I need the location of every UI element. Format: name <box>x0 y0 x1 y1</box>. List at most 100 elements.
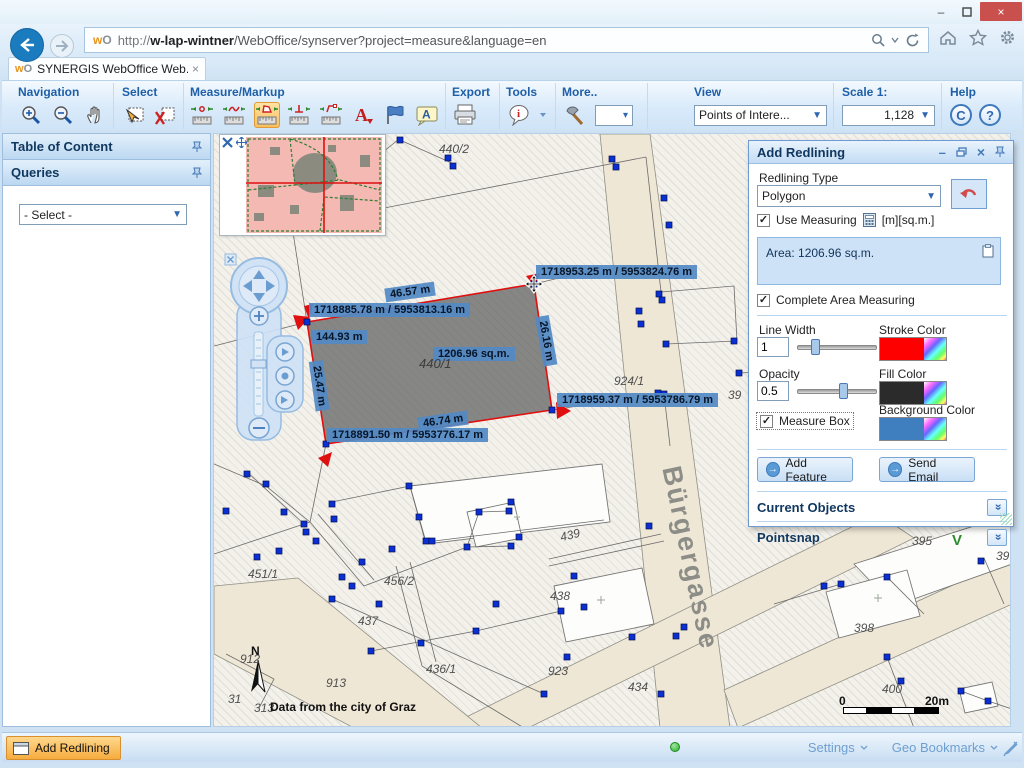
checkbox-checked[interactable]: ✓ <box>757 294 770 307</box>
select-button[interactable] <box>122 102 146 128</box>
measure-box-checkbox[interactable]: ✓ Measure Box <box>757 413 853 429</box>
parcel-label: 436/1 <box>426 662 456 676</box>
background-color-value[interactable] <box>880 418 924 440</box>
panel-resize-grip[interactable] <box>1000 513 1012 525</box>
overview-move-icon[interactable] <box>236 137 247 148</box>
search-icon[interactable] <box>871 33 885 47</box>
add-flag-button[interactable] <box>382 102 407 128</box>
checkbox-checked[interactable]: ✓ <box>757 214 770 227</box>
pin-icon[interactable] <box>192 167 202 179</box>
parcel-label: 398 <box>854 621 874 635</box>
line-width-input[interactable] <box>757 337 789 357</box>
complete-area-checkbox[interactable]: ✓ Complete Area Measuring <box>757 293 915 307</box>
send-email-button[interactable]: → Send Email <box>879 457 975 482</box>
panel-minimize-icon[interactable]: – <box>939 145 946 160</box>
zoom-in-button[interactable] <box>18 102 43 128</box>
back-button[interactable] <box>10 28 44 62</box>
coord-label: 1718959.37 m / 5953786.79 m <box>557 393 718 407</box>
stroke-color-value[interactable] <box>880 338 924 360</box>
add-feature-button[interactable]: → Add Feature <box>757 457 853 482</box>
use-measuring-checkbox[interactable]: ✓ Use Measuring [m][sq.m.] <box>757 213 934 227</box>
url-text: http://w-lap-wintner/WebOffice/synserver… <box>118 33 871 48</box>
parcel-label: 434 <box>628 680 648 694</box>
tab-close-icon[interactable]: × <box>192 62 199 76</box>
overview-close-icon[interactable] <box>222 137 233 148</box>
line-width-slider[interactable] <box>797 339 877 355</box>
slider-thumb[interactable] <box>839 383 848 399</box>
help-button[interactable]: ? <box>979 104 1001 126</box>
background-color-swatch[interactable] <box>879 417 947 441</box>
undo-button[interactable] <box>951 179 987 209</box>
refresh-icon[interactable] <box>905 33 920 48</box>
clipboard-icon[interactable] <box>982 244 994 258</box>
map-nav-widget[interactable] <box>223 252 295 442</box>
checkbox-checked[interactable]: ✓ <box>760 415 773 428</box>
clear-selection-button[interactable] <box>153 102 177 128</box>
home-icon[interactable] <box>939 30 957 46</box>
close-button[interactable]: × <box>980 2 1022 21</box>
pointsnap-section[interactable]: Pointsnap « <box>749 525 1015 549</box>
panel-titlebar[interactable]: Add Redlining – × <box>749 141 1013 164</box>
parcel-label: 437 <box>358 614 378 628</box>
group-title-help: Help <box>950 85 1010 101</box>
add-text-button[interactable]: A <box>350 102 375 128</box>
scale-select[interactable]: 1,128 ▼ <box>842 105 935 126</box>
toolbar-group-view: View Points of Intere... ▼ <box>688 83 834 129</box>
tools-dropdown-icon[interactable] <box>539 112 547 118</box>
measure-area-button[interactable] <box>254 102 280 128</box>
slider-thumb[interactable] <box>811 339 820 355</box>
opacity-input[interactable] <box>757 381 789 401</box>
forward-button[interactable] <box>50 34 74 58</box>
view-select[interactable]: Points of Intere... ▼ <box>694 105 827 126</box>
measure-line-icon <box>222 103 246 127</box>
redlining-type-select[interactable]: Polygon ▼ <box>757 185 941 207</box>
opacity-slider[interactable] <box>797 383 877 399</box>
add-redlining-task-button[interactable]: Add Redlining <box>6 736 121 760</box>
zoom-in-icon <box>20 104 42 126</box>
settings-gear-icon[interactable] <box>999 29 1016 46</box>
stroke-color-swatch[interactable] <box>879 337 947 361</box>
overview-map[interactable] <box>219 134 386 236</box>
minimize-button[interactable]: – <box>928 2 954 21</box>
measure-point-button[interactable] <box>190 102 215 128</box>
address-bar[interactable]: wO http://w-lap-wintner/WebOffice/synser… <box>84 27 929 53</box>
current-objects-section[interactable]: Current Objects « <box>749 495 1015 519</box>
settings-menu[interactable]: Settings <box>808 740 868 755</box>
measure-perpendicular-button[interactable] <box>287 102 312 128</box>
measure-path-button[interactable] <box>319 102 344 128</box>
expand-pointsnap-button[interactable]: « <box>987 529 1007 546</box>
measure-line-button[interactable] <box>222 102 247 128</box>
background-color-label: Background Color <box>879 403 975 417</box>
maptip-button[interactable]: i <box>506 102 532 128</box>
favorites-star-icon[interactable] <box>969 29 987 46</box>
maximize-button[interactable] <box>954 2 980 21</box>
add-label-button[interactable]: A <box>414 102 439 128</box>
color-picker-rainbow[interactable] <box>924 382 946 404</box>
pan-button[interactable] <box>82 102 107 128</box>
panel-restore-icon[interactable] <box>956 147 967 157</box>
fill-color-swatch[interactable] <box>879 381 947 405</box>
chevron-down-icon: ▼ <box>172 209 182 220</box>
pen-icon[interactable] <box>1002 739 1020 757</box>
tab-weboffice[interactable]: wO SYNERGIS WebOffice Web... × <box>8 57 206 80</box>
pin-icon[interactable] <box>192 141 202 153</box>
panel-close-icon[interactable]: × <box>977 144 985 160</box>
color-picker-rainbow[interactable] <box>924 338 946 360</box>
search-dropdown-icon[interactable] <box>891 37 899 43</box>
color-picker-rainbow[interactable] <box>924 418 946 440</box>
toolbar-group-measure: Measure/Markup A <box>184 83 446 129</box>
geo-bookmarks-menu[interactable]: Geo Bookmarks <box>892 740 998 755</box>
more-tools-select[interactable]: ▾ <box>595 105 633 126</box>
settings-label: Settings <box>808 740 855 755</box>
tools-hammer-button[interactable] <box>562 102 588 128</box>
query-select[interactable]: - Select - ▼ <box>19 204 187 225</box>
zoom-out-button[interactable] <box>50 102 75 128</box>
sidebar-item-queries[interactable]: Queries <box>3 160 210 186</box>
panel-pin-icon[interactable] <box>995 146 1005 158</box>
fill-color-value[interactable] <box>880 382 924 404</box>
measure-path-icon <box>319 103 343 127</box>
sidebar-item-table-of-content[interactable]: Table of Content <box>3 134 210 160</box>
scalebar-start: 0 <box>839 694 846 708</box>
copyright-button[interactable]: C <box>950 104 972 126</box>
print-button[interactable] <box>452 102 478 128</box>
